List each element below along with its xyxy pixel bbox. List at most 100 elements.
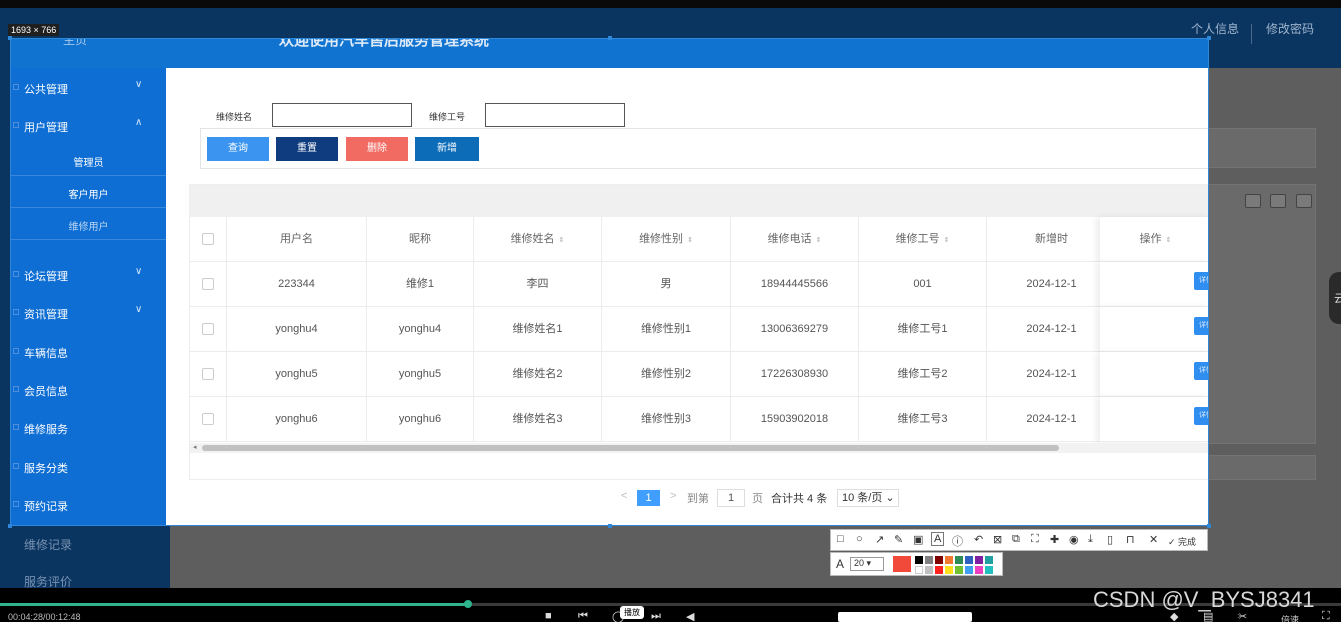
stop-icon[interactable]: ■ <box>545 610 552 622</box>
select-all-checkbox[interactable] <box>202 233 214 245</box>
sidebar-subitem-admin[interactable]: 管理员 <box>11 144 166 176</box>
previous-icon[interactable]: ⏮ <box>578 610 588 622</box>
column-header-username[interactable]: 用户名 <box>227 217 367 262</box>
column-header-nickname[interactable]: 昵称 <box>367 217 474 262</box>
ellipse-tool-icon[interactable]: ○ <box>856 533 863 545</box>
close-icon[interactable]: ✕ <box>1149 533 1158 546</box>
sidebar-item-users[interactable]: 用户管理 ∧ <box>11 116 166 136</box>
color-swatch[interactable] <box>975 556 983 564</box>
query-button[interactable]: 查询 <box>207 137 269 161</box>
done-button[interactable]: ✓ 完成 <box>1168 535 1196 548</box>
record-icon[interactable]: ◉ <box>1069 533 1079 546</box>
row-checkbox[interactable] <box>202 278 214 290</box>
bg-sidebar-item-repair-records[interactable]: 维修记录 <box>24 536 72 553</box>
scroll-left-icon[interactable]: ◂ <box>193 443 197 451</box>
page-size-select[interactable]: 10 条/页 ⌄ <box>837 489 899 507</box>
detail-button[interactable]: 详情 <box>1194 317 1208 335</box>
sidebar-item-appointments[interactable]: 预约记录 <box>11 495 166 515</box>
color-swatch[interactable] <box>985 556 993 564</box>
mosaic-tool-icon[interactable]: ▣ <box>913 533 923 546</box>
color-swatch[interactable] <box>985 566 993 574</box>
sidebar-item-service-category[interactable]: 服务分类 <box>11 457 166 477</box>
prev-page-icon[interactable]: < <box>621 490 627 502</box>
selection-handle[interactable] <box>608 36 612 40</box>
horizontal-scrollbar[interactable]: ◂ <box>190 443 1208 453</box>
pin-icon[interactable]: ✚ <box>1050 533 1059 546</box>
row-checkbox[interactable] <box>202 413 214 425</box>
column-header-repair-phone[interactable]: 维修电话 ⇕ <box>731 217 859 262</box>
page-jump-input[interactable]: 1 <box>717 489 745 507</box>
phone-icon[interactable]: ▯ <box>1107 533 1113 546</box>
scrollbar-thumb[interactable] <box>202 445 1059 451</box>
next-icon[interactable]: ⏭ <box>651 610 661 622</box>
fullscreen-icon[interactable]: ⛶ <box>1322 610 1330 622</box>
sidebar-item-vehicles[interactable]: 车辆信息 <box>11 342 166 362</box>
repair-id-input[interactable] <box>485 103 625 127</box>
sort-icon[interactable]: ⇕ <box>1166 237 1172 244</box>
export-icon[interactable] <box>1270 194 1286 208</box>
ocr-icon[interactable]: ⊠ <box>993 533 1002 546</box>
undo-icon[interactable]: ↶ <box>974 533 983 546</box>
print-icon[interactable] <box>1296 194 1312 208</box>
column-header-repair-name[interactable]: 维修姓名 ⇕ <box>474 217 602 262</box>
sort-icon[interactable]: ⇕ <box>816 237 822 244</box>
row-checkbox[interactable] <box>202 368 214 380</box>
capture-selection[interactable]: 主页 欢迎使用汽车售后服务管理系统 公共管理 ∨ 用户管理 ∧ 管理员 客户用户… <box>10 38 1209 526</box>
pen-tool-icon[interactable]: ✎ <box>894 533 903 546</box>
color-swatch[interactable] <box>955 566 963 574</box>
detail-button[interactable]: 详情 <box>1194 272 1208 290</box>
sort-icon[interactable]: ⇕ <box>559 237 565 244</box>
side-drawer-handle[interactable]: 云 <box>1329 272 1341 324</box>
home-link[interactable]: 主页 <box>63 39 87 48</box>
columns-icon[interactable] <box>1245 194 1261 208</box>
sidebar-item-public[interactable]: 公共管理 ∨ <box>11 78 166 98</box>
sidebar-subitem-customer[interactable]: 客户用户 <box>11 176 166 208</box>
color-swatch[interactable] <box>915 566 923 574</box>
sort-icon[interactable]: ⇕ <box>944 237 950 244</box>
selection-handle[interactable] <box>1207 524 1211 528</box>
selection-handle[interactable] <box>8 524 12 528</box>
column-header-created-at[interactable]: 新增时 <box>987 217 1117 262</box>
sort-icon[interactable]: ⇕ <box>687 237 693 244</box>
color-swatch[interactable] <box>955 556 963 564</box>
repair-name-input[interactable] <box>272 103 412 127</box>
color-swatch[interactable] <box>965 566 973 574</box>
reset-button[interactable]: 重置 <box>276 137 338 161</box>
selection-handle[interactable] <box>8 36 12 40</box>
text-tool-icon[interactable]: A <box>931 532 945 546</box>
sidebar-subitem-repair-user[interactable]: 维修用户 <box>11 208 166 240</box>
long-capture-icon[interactable]: ⛶ <box>1031 533 1039 546</box>
color-swatch[interactable] <box>975 566 983 574</box>
rectangle-tool-icon[interactable]: □ <box>837 533 844 545</box>
font-size-select[interactable]: 20 ▾ <box>850 557 884 571</box>
sidebar-item-members[interactable]: 会员信息 <box>11 380 166 400</box>
bookmark-icon[interactable]: ⊓ <box>1126 533 1135 546</box>
color-swatch[interactable] <box>945 566 953 574</box>
column-header-repair-id[interactable]: 维修工号 ⇕ <box>859 217 987 262</box>
next-page-icon[interactable]: > <box>670 490 676 502</box>
delete-button[interactable]: 删除 <box>346 137 408 161</box>
color-swatch[interactable] <box>945 556 953 564</box>
volume-icon[interactable]: ◀ <box>686 610 694 622</box>
profile-link[interactable]: 个人信息 <box>1191 20 1239 37</box>
color-swatch[interactable] <box>935 556 943 564</box>
translate-icon[interactable]: ⧉ <box>1012 533 1020 546</box>
row-checkbox[interactable] <box>202 323 214 335</box>
column-header-repair-gender[interactable]: 维修性别 ⇕ <box>602 217 731 262</box>
arrow-tool-icon[interactable]: ↗ <box>875 533 884 546</box>
save-icon[interactable]: ⤓ <box>1088 533 1093 546</box>
color-swatch[interactable] <box>965 556 973 564</box>
selection-handle[interactable] <box>608 524 612 528</box>
detail-button[interactable]: 详情 <box>1194 362 1208 380</box>
selection-handle[interactable] <box>1207 36 1211 40</box>
speed-button[interactable]: 倍速 <box>1281 613 1299 622</box>
sidebar-item-repair-service[interactable]: 维修服务 <box>11 418 166 438</box>
color-swatch[interactable] <box>935 566 943 574</box>
current-color-swatch[interactable] <box>893 556 911 572</box>
change-password-link[interactable]: 修改密码 <box>1266 20 1314 37</box>
color-swatch[interactable] <box>915 556 923 564</box>
add-button[interactable]: 新增 <box>415 137 479 161</box>
sidebar-item-news[interactable]: 资讯管理 ∨ <box>11 303 166 323</box>
number-tool-icon[interactable]: ⓘ <box>952 533 963 549</box>
color-swatch[interactable] <box>925 566 933 574</box>
